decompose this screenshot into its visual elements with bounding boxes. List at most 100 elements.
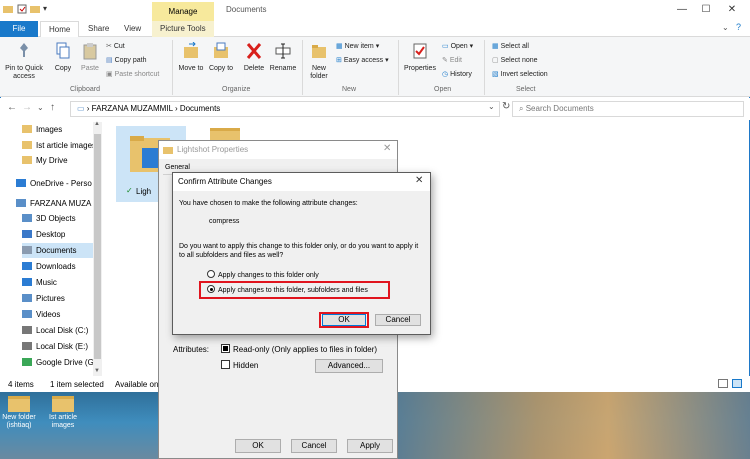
search-input[interactable]: ⌕ Search Documents	[512, 101, 744, 117]
nav-item-icon	[22, 125, 32, 133]
invert-selection-label: Invert selection	[500, 71, 548, 78]
confirm-cancel-button[interactable]: Cancel	[375, 314, 421, 326]
up-arrow-icon[interactable]: ↑	[50, 102, 55, 113]
nav-item[interactable]: Downloads	[22, 259, 98, 274]
nav-item[interactable]: Local Disk (E:)	[22, 339, 98, 354]
nav-item[interactable]: Images	[22, 122, 98, 137]
nav-item[interactable]: My Drive	[22, 153, 98, 168]
nav-item[interactable]: Local Disk (C:)	[22, 323, 98, 338]
pin-to-quick-access-button[interactable]: Pin to Quick access	[4, 42, 44, 81]
breadcrumb-current[interactable]: Documents	[180, 104, 220, 113]
confirm-ok-button[interactable]: OK	[322, 314, 366, 326]
select-none-button[interactable]: ▢ Select none	[492, 55, 538, 69]
refresh-icon[interactable]: ↻	[502, 101, 510, 112]
address-dropdown-icon[interactable]: ⌄	[488, 102, 495, 111]
ribbon-collapse-icon[interactable]: ⌄	[722, 23, 729, 32]
manage-contextual-tab[interactable]: Manage	[152, 2, 214, 21]
large-icons-view-icon[interactable]	[732, 379, 742, 388]
paste-shortcut-button[interactable]: ▣ Paste shortcut	[106, 69, 159, 83]
history-button[interactable]: ◷ History	[442, 69, 472, 83]
tab-file[interactable]: File	[0, 21, 38, 37]
properties-cancel-button[interactable]: Cancel	[291, 439, 337, 453]
scroll-down-icon[interactable]: ▼	[94, 368, 100, 374]
delete-button[interactable]: Delete	[240, 42, 268, 73]
new-item-label: New item	[344, 43, 374, 50]
close-icon[interactable]: ✕	[415, 175, 423, 186]
hidden-checkbox[interactable]	[221, 360, 230, 369]
select-all-button[interactable]: ▦ Select all	[492, 41, 529, 55]
tab-home[interactable]: Home	[40, 21, 80, 38]
nav-item[interactable]: Ist article images	[22, 138, 98, 153]
paste-icon	[83, 43, 97, 60]
nav-item[interactable]: Google Drive (G:	[22, 355, 98, 370]
properties-button[interactable]: Properties	[402, 42, 438, 73]
nav-item[interactable]: Desktop	[22, 227, 98, 242]
radio-button-selected[interactable]	[207, 285, 215, 293]
tab-share[interactable]: Share	[80, 21, 117, 37]
move-to-button[interactable]: Move to	[178, 41, 204, 73]
radio-folder-subfolders-files[interactable]: Apply changes to this folder, subfolders…	[207, 285, 368, 294]
radio-button[interactable]	[207, 270, 215, 278]
nav-item-icon	[16, 199, 26, 207]
nav-item[interactable]: OneDrive - Person	[16, 176, 92, 191]
new-folder-label: New folder	[310, 65, 328, 80]
tab-picture-tools[interactable]: Picture Tools	[152, 21, 214, 37]
cut-button[interactable]: ✂ Cut	[106, 41, 125, 55]
readonly-label: Read-only (Only applies to files in fold…	[233, 345, 378, 354]
rename-button[interactable]: Rename	[268, 42, 298, 73]
help-icon[interactable]: ?	[736, 22, 741, 32]
desktop-icon-article-images[interactable]: Ist article images	[46, 396, 80, 430]
breadcrumb-root[interactable]: FARZANA MUZAMMIL	[92, 104, 173, 113]
new-folder-quick-icon[interactable]	[30, 4, 40, 14]
tab-general[interactable]: General	[165, 164, 190, 171]
scroll-up-icon[interactable]: ▲	[94, 121, 100, 127]
open-group-label: Open	[434, 86, 452, 93]
nav-item[interactable]: 3D Objects	[22, 211, 98, 226]
advanced-button[interactable]: Advanced...	[315, 359, 383, 373]
nav-item-icon	[22, 262, 32, 270]
nav-scrollbar-thumb[interactable]	[94, 134, 101, 359]
nav-item[interactable]: Documents	[22, 243, 98, 258]
desktop-icon-new-folder[interactable]: New folder (ishtiaq)	[2, 396, 36, 430]
recent-locations-icon[interactable]: ⌄	[37, 103, 44, 112]
cut-label: Cut	[113, 43, 125, 50]
close-button[interactable]: ✕	[720, 3, 744, 17]
nav-item[interactable]: Videos	[22, 307, 98, 322]
ribbon-divider	[172, 40, 173, 95]
nav-item-label: Videos	[36, 310, 61, 319]
folder-icon	[8, 396, 30, 412]
edit-button[interactable]: ✎ Edit	[442, 55, 462, 69]
close-icon[interactable]: ✕	[383, 143, 391, 154]
tab-view[interactable]: View	[116, 21, 149, 37]
folder-icon	[52, 396, 74, 412]
details-view-icon[interactable]	[718, 379, 728, 388]
new-folder-button[interactable]: New folder	[306, 42, 332, 81]
easy-access-button[interactable]: ⊞ Easy access ▾	[336, 55, 389, 69]
radio-folder-only[interactable]: Apply changes to this folder only	[207, 270, 319, 279]
status-availability: Available on	[115, 380, 159, 389]
open-button[interactable]: ▭ Open ▾	[442, 41, 473, 55]
copy-to-button[interactable]: Copy to	[208, 42, 234, 73]
paste-button[interactable]: Paste	[78, 42, 102, 73]
properties-apply-button[interactable]: Apply	[347, 439, 393, 453]
properties-quick-icon[interactable]	[17, 4, 27, 14]
back-arrow-icon[interactable]: ←	[7, 102, 17, 113]
nav-item[interactable]: Music	[22, 275, 98, 290]
readonly-checkbox[interactable]	[221, 344, 230, 353]
nav-item[interactable]: FARZANA MUZAM	[16, 196, 92, 211]
nav-item-icon	[22, 156, 32, 164]
nav-item[interactable]: Pictures	[22, 291, 98, 306]
properties-ok-button[interactable]: OK	[235, 439, 281, 453]
customize-quick-access-icon[interactable]: ▾	[43, 4, 47, 13]
address-bar[interactable]: ▭ › FARZANA MUZAMMIL › Documents	[70, 101, 500, 117]
copy-path-label: Copy path	[114, 57, 147, 64]
computer-icon: ▭	[77, 104, 85, 113]
nav-item-label: Downloads	[36, 262, 76, 271]
copy-button[interactable]: Copy	[50, 42, 76, 73]
copy-path-button[interactable]: ▤ Copy path	[106, 55, 147, 69]
maximize-button[interactable]: ☐	[694, 3, 718, 17]
minimize-button[interactable]: —	[670, 3, 694, 17]
new-item-button[interactable]: ▦ New item ▾	[336, 41, 379, 55]
forward-arrow-icon[interactable]: →	[22, 102, 32, 113]
invert-selection-button[interactable]: ▧ Invert selection	[492, 69, 548, 83]
